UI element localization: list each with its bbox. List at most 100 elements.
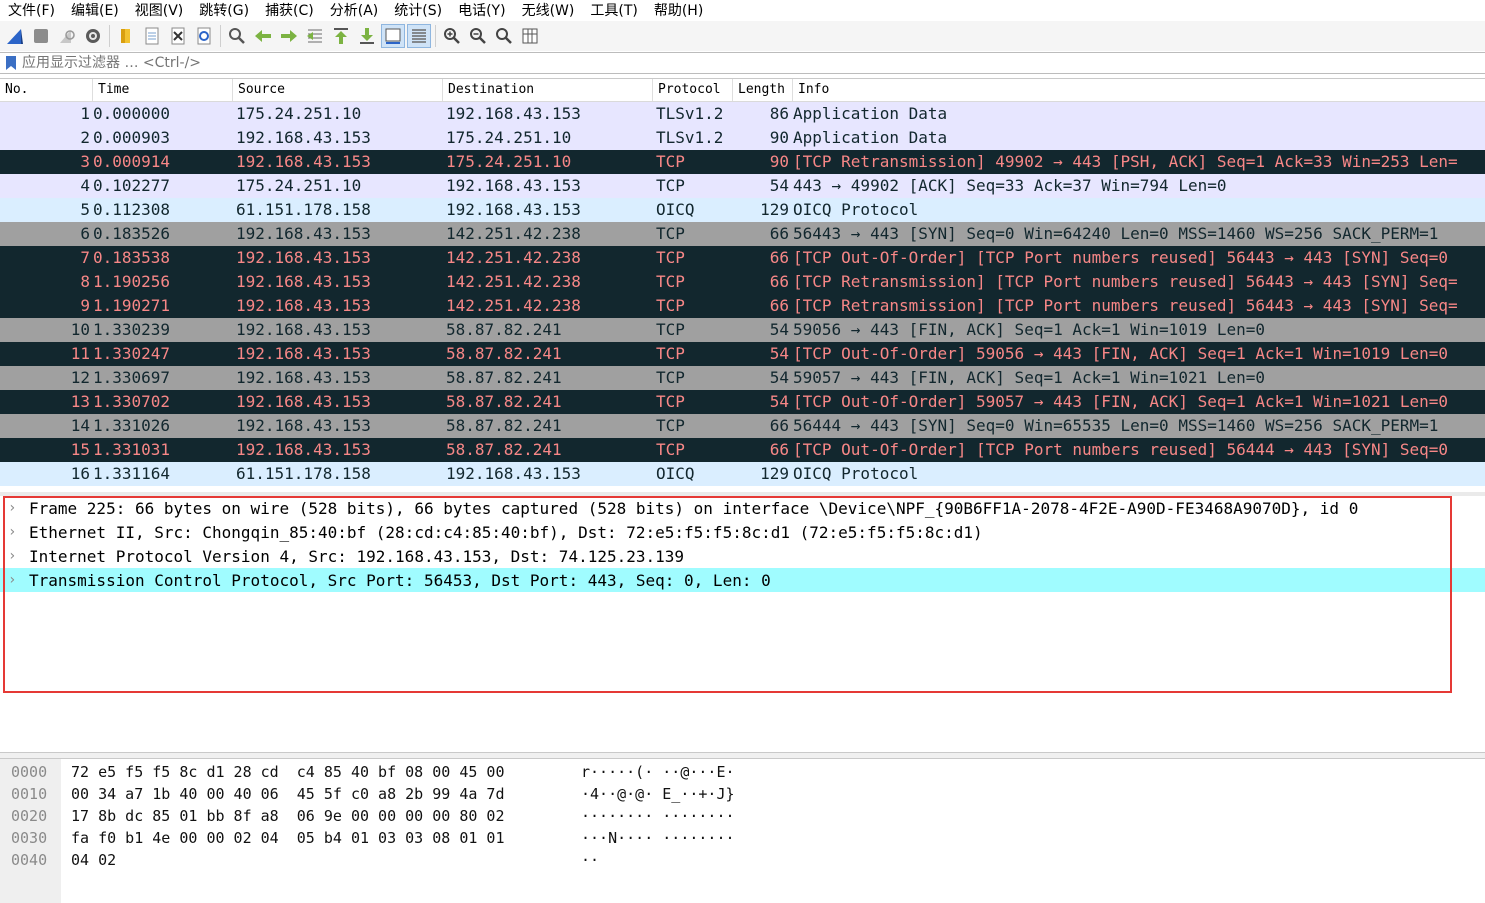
packet-cell-no: 6 (80, 224, 90, 243)
packet-cell-no: 15 (70, 440, 90, 459)
byte-row[interactable]: 0000 72 e5 f5 f5 8c d1 28 cd c4 85 40 bf … (0, 761, 1485, 783)
packet-cell-len: 129 (760, 200, 789, 219)
packet-cell-dst: 142.251.42.238 (446, 248, 581, 267)
column-header-time[interactable]: Time (93, 79, 233, 101)
colorize-icon[interactable] (407, 24, 431, 48)
first-packet-icon[interactable] (330, 25, 352, 47)
packet-row[interactable]: 14 1.331026 192.168.43.153 58.87.82.241 TCP 6… (0, 414, 1485, 438)
packet-row[interactable]: 3 0.000914 192.168.43.153 175.24.251.10 TCP 9… (0, 150, 1485, 174)
packet-row[interactable]: 12 1.330697 192.168.43.153 58.87.82.241 TCP 5… (0, 366, 1485, 390)
chevron-right-icon[interactable]: › (8, 524, 29, 540)
column-header-info[interactable]: Info (793, 79, 1485, 101)
bookmark-icon[interactable] (4, 55, 18, 71)
column-header-source[interactable]: Source (233, 79, 443, 101)
pane-splitter-bottom[interactable] (0, 752, 1485, 759)
byte-hex: 04 02 (71, 851, 117, 869)
packet-cell-len: 66 (769, 272, 789, 291)
menu-item[interactable]: 跳转(G) (191, 1, 257, 21)
menu-item[interactable]: 电话(Y) (450, 1, 513, 21)
packet-cell-info: OICQ Protocol (793, 200, 919, 219)
detail-tree-item[interactable]: › Frame 225: 66 bytes on wire (528 bits),… (0, 496, 1485, 520)
packet-row[interactable]: 7 0.183538 192.168.43.153 142.251.42.238 TCP… (0, 246, 1485, 270)
last-packet-icon[interactable] (356, 25, 378, 47)
menu-item[interactable]: 帮助(H) (646, 1, 711, 21)
detail-tree-item[interactable]: › Ethernet II, Src: Chongqin_85:40:bf (28… (0, 520, 1485, 544)
packet-row[interactable]: 15 1.331031 192.168.43.153 58.87.82.241 TCP 6… (0, 438, 1485, 462)
packet-cell-time: 0.183526 (93, 224, 171, 243)
menu-item[interactable]: 编辑(E) (63, 1, 127, 21)
column-header-length[interactable]: Length (733, 79, 793, 101)
forward-arrow-icon[interactable] (278, 25, 300, 47)
column-header-destination[interactable]: Destination (443, 79, 653, 101)
zoom-normal-icon[interactable] (493, 25, 515, 47)
packet-row[interactable]: 10 1.330239 192.168.43.153 58.87.82.241 TCP 5… (0, 318, 1485, 342)
packet-cell-src: 175.24.251.10 (236, 176, 362, 195)
close-file-icon[interactable] (167, 25, 189, 47)
menu-item[interactable]: 文件(F) (0, 1, 63, 21)
packet-cell-time: 1.330239 (93, 320, 171, 339)
packet-cell-no: 10 (70, 320, 90, 339)
detail-tree-item[interactable]: › Transmission Control Protocol, Src Port… (0, 568, 1485, 592)
goto-packet-icon[interactable] (304, 25, 326, 47)
menu-item[interactable]: 捕获(C) (257, 1, 322, 21)
save-file-icon[interactable] (141, 25, 163, 47)
packet-cell-info: 59057 → 443 [FIN, ACK] Seq=1 Ack=1 Win=1… (793, 368, 1266, 387)
display-filter-input[interactable] (22, 53, 1485, 73)
column-header-no[interactable]: No. (0, 79, 93, 101)
display-filter-bar (0, 52, 1485, 74)
packet-cell-len: 129 (760, 464, 789, 483)
chevron-right-icon[interactable]: › (8, 572, 29, 588)
packet-row[interactable]: 1 0.000000 175.24.251.10 192.168.43.153 TLSv… (0, 102, 1485, 126)
shark-fin-start-icon[interactable] (4, 25, 26, 47)
packet-row[interactable]: 2 0.000903 192.168.43.153 175.24.251.10 TLSv… (0, 126, 1485, 150)
packet-rows: 1 0.000000 175.24.251.10 192.168.43.153 TLSv… (0, 102, 1485, 486)
packet-cell-no: 16 (70, 464, 90, 483)
menu-item[interactable]: 工具(T) (582, 1, 645, 21)
autoscroll-icon[interactable] (381, 24, 405, 48)
open-folder-icon[interactable] (115, 25, 137, 47)
zoom-in-icon[interactable] (441, 25, 463, 47)
packet-cell-info: [TCP Out-Of-Order] [TCP Port numbers reu… (793, 440, 1449, 459)
byte-ascii: r·····(· ··@···E· (581, 763, 735, 781)
packet-cell-proto: OICQ (656, 464, 695, 483)
packet-cell-no: 8 (80, 272, 90, 291)
detail-tree-item[interactable]: › Internet Protocol Version 4, Src: 192.1… (0, 544, 1485, 568)
packet-row[interactable]: 5 0.112308 61.151.178.158 192.168.43.153 OIC… (0, 198, 1485, 222)
chevron-right-icon[interactable]: › (8, 500, 29, 516)
menu-item[interactable]: 视图(V) (127, 1, 192, 21)
packet-cell-len: 90 (769, 152, 789, 171)
packet-details: › Frame 225: 66 bytes on wire (528 bits),… (0, 496, 1485, 752)
menu-item[interactable]: 分析(A) (322, 1, 387, 21)
stop-icon[interactable] (30, 25, 52, 47)
column-header-protocol[interactable]: Protocol (653, 79, 733, 101)
packet-cell-proto: TCP (656, 296, 685, 315)
resize-columns-icon[interactable] (519, 25, 541, 47)
menu-item[interactable]: 统计(S) (386, 1, 450, 21)
zoom-out-icon[interactable] (467, 25, 489, 47)
restart-icon[interactable] (56, 25, 78, 47)
packet-cell-dst: 192.168.43.153 (446, 200, 581, 219)
menu-item[interactable]: 无线(W) (514, 1, 583, 21)
options-gear-icon[interactable] (82, 25, 104, 47)
packet-cell-len: 90 (769, 128, 789, 147)
packet-cell-info: 59056 → 443 [FIN, ACK] Seq=1 Ack=1 Win=1… (793, 320, 1266, 339)
byte-row[interactable]: 0040 04 02 ·· (0, 849, 1485, 871)
byte-row[interactable]: 0010 00 34 a7 1b 40 00 40 06 45 5f c0 a8 … (0, 783, 1485, 805)
packet-cell-dst: 192.168.43.153 (446, 176, 581, 195)
packet-cell-len: 66 (769, 416, 789, 435)
chevron-right-icon[interactable]: › (8, 548, 29, 564)
find-icon[interactable] (226, 25, 248, 47)
byte-row[interactable]: 0020 17 8b dc 85 01 bb 8f a8 06 9e 00 00 … (0, 805, 1485, 827)
packet-row[interactable]: 11 1.330247 192.168.43.153 58.87.82.241 TCP 5… (0, 342, 1485, 366)
packet-row[interactable]: 13 1.330702 192.168.43.153 58.87.82.241 TCP 5… (0, 390, 1485, 414)
packet-row[interactable]: 6 0.183526 192.168.43.153 142.251.42.238 TCP… (0, 222, 1485, 246)
packet-row[interactable]: 16 1.331164 61.151.178.158 192.168.43.153 OI… (0, 462, 1485, 486)
packet-cell-time: 0.000914 (93, 152, 171, 171)
packet-row[interactable]: 4 0.102277 175.24.251.10 192.168.43.153 TCP 5… (0, 174, 1485, 198)
packet-row[interactable]: 8 1.190256 192.168.43.153 142.251.42.238 TCP… (0, 270, 1485, 294)
packet-cell-dst: 192.168.43.153 (446, 464, 581, 483)
packet-row[interactable]: 9 1.190271 192.168.43.153 142.251.42.238 TCP… (0, 294, 1485, 318)
reload-icon[interactable] (193, 25, 215, 47)
byte-row[interactable]: 0030 fa f0 b1 4e 00 00 02 04 05 b4 01 03 … (0, 827, 1485, 849)
back-arrow-icon[interactable] (252, 25, 274, 47)
